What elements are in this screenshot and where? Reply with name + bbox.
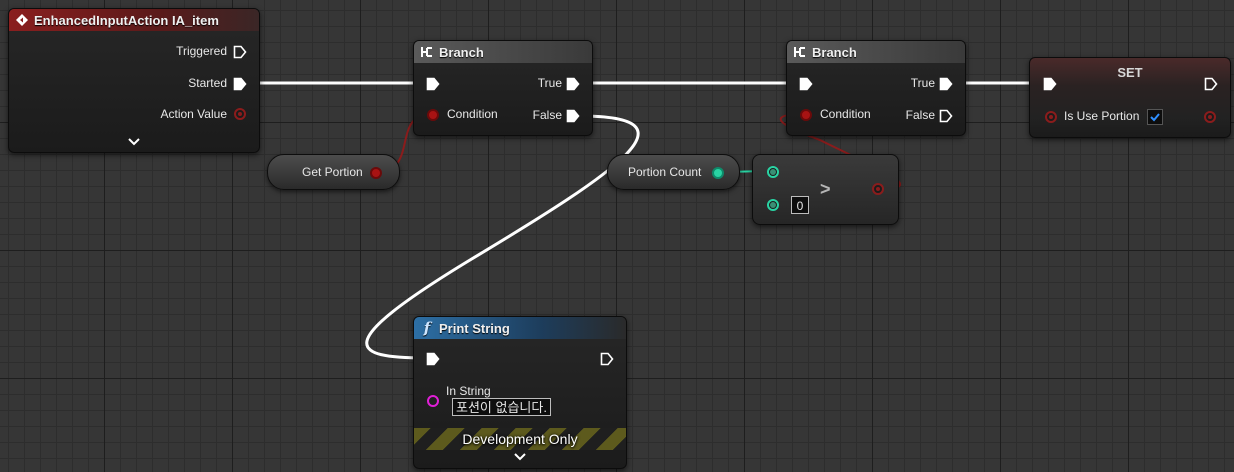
in-string-label: In String [446, 384, 491, 398]
pin-label-triggered: Triggered [176, 44, 227, 58]
branch-icon [793, 45, 807, 59]
event-diamond-icon [15, 13, 29, 27]
print-string-header: f Print String [414, 317, 626, 339]
compare-result-out-pin[interactable] [872, 183, 884, 195]
function-icon: f [423, 319, 431, 337]
print-string-title: Print String [439, 320, 510, 336]
event-node-ia-item[interactable]: EnhancedInputAction IA_item Triggered St… [8, 8, 260, 153]
get-portion-node[interactable]: Get Portion [267, 154, 400, 190]
branch-icon [420, 45, 434, 59]
in-string-pin[interactable] [427, 395, 439, 407]
branch1-true-label: True [537, 76, 562, 90]
expand-chevron-icon[interactable] [127, 137, 141, 147]
branch1-false-out-pin[interactable] [566, 109, 580, 123]
exec-out-pin-started[interactable] [233, 77, 247, 91]
branch2-header: Branch [787, 41, 965, 63]
set-var-label: Is Use Portion [1064, 109, 1140, 123]
branch2-false-label: False [905, 108, 935, 122]
branch1-title: Branch [439, 44, 484, 60]
compare-a-in-pin[interactable] [767, 166, 779, 178]
development-only-band: Development Only [414, 428, 626, 450]
branch2-condition-pin[interactable] [800, 109, 812, 121]
compare-b-value-input[interactable]: 0 [791, 196, 809, 214]
compare-b-in-pin[interactable] [767, 199, 779, 211]
pin-label-action-value: Action Value [160, 107, 228, 121]
branch1-header: Branch [414, 41, 592, 63]
set-node-title: SET [1117, 65, 1143, 80]
set-exec-in-pin[interactable] [1043, 77, 1057, 91]
checkmark-icon [1150, 113, 1160, 122]
set-exec-out-pin[interactable] [1204, 77, 1218, 91]
branch-node-1[interactable]: Branch Condition True False [413, 40, 593, 136]
branch-node-2[interactable]: Branch Condition True False [786, 40, 966, 136]
set-node[interactable]: SET Is Use Portion [1029, 57, 1231, 138]
expand-chevron-icon[interactable] [513, 452, 527, 462]
branch2-true-label: True [910, 76, 935, 90]
set-value-in-pin[interactable] [1045, 111, 1057, 123]
branch1-exec-in-pin[interactable] [426, 77, 440, 91]
branch2-title: Branch [812, 44, 857, 60]
branch1-true-out-pin[interactable] [566, 77, 580, 91]
greater-than-node[interactable]: 0 > [752, 154, 899, 225]
branch1-condition-pin[interactable] [427, 109, 439, 121]
event-node-header: EnhancedInputAction IA_item [9, 9, 259, 31]
portion-count-out-pin[interactable] [712, 167, 724, 179]
get-portion-label: Get Portion [302, 165, 363, 179]
development-only-label: Development Only [462, 431, 578, 447]
compare-operator: > [820, 179, 831, 199]
branch2-condition-label: Condition [820, 107, 871, 121]
pin-label-started: Started [188, 76, 227, 90]
exec-out-pin-triggered[interactable] [233, 45, 247, 59]
data-out-pin-action-value[interactable] [234, 108, 246, 120]
get-portion-out-pin[interactable] [370, 167, 382, 179]
portion-count-node[interactable]: Portion Count [607, 154, 740, 190]
branch2-exec-in-pin[interactable] [799, 77, 813, 91]
in-string-input[interactable]: 포션이 없습니다. [452, 398, 551, 416]
branch2-false-out-pin[interactable] [939, 109, 953, 123]
branch1-condition-label: Condition [447, 107, 498, 121]
print-exec-out-pin[interactable] [600, 352, 614, 366]
branch2-true-out-pin[interactable] [939, 77, 953, 91]
event-node-title: EnhancedInputAction IA_item [34, 12, 219, 28]
print-string-node[interactable]: f Print String In String 포션이 없습니다. Devel… [413, 316, 627, 469]
is-use-portion-checkbox[interactable] [1147, 109, 1163, 125]
set-value-out-pin[interactable] [1204, 111, 1216, 123]
print-exec-in-pin[interactable] [426, 352, 440, 366]
branch1-false-label: False [532, 108, 562, 122]
portion-count-label: Portion Count [628, 165, 702, 179]
